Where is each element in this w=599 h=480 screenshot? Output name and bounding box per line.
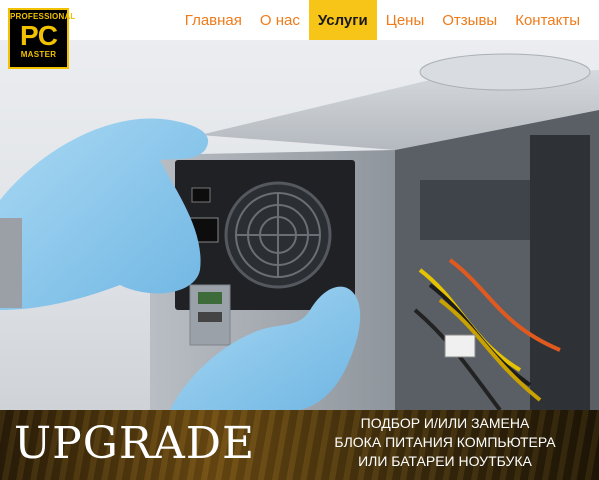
power-connector [444,334,476,358]
hero-image [0,40,599,410]
banner-line: ПОДБОР И/ИЛИ ЗАМЕНА [360,415,530,431]
nav-item-reviews[interactable]: Отзывы [433,0,506,40]
banner-title: UPGRADE [14,418,256,469]
pc-repair-illustration [0,53,599,410]
main-nav: Главная О нас Услуги Цены Отзывы Контакт… [176,0,589,40]
banner-description: ПОДБОР И/ИЛИ ЗАМЕНА БЛОКА ПИТАНИЯ КОМПЬЮ… [300,414,590,471]
left-glove [0,118,209,310]
io-port [198,292,222,304]
site-logo[interactable]: PROFESSIONAL PC MASTER [8,8,75,69]
promo-banner: UPGRADE ПОДБОР И/ИЛИ ЗАМЕНА БЛОКА ПИТАНИ… [0,410,599,480]
nav-item-services[interactable]: Услуги [308,0,377,40]
nav-item-home[interactable]: Главная [176,0,251,40]
banner-line: БЛОКА ПИТАНИЯ КОМПЬЮТЕРА [334,434,556,450]
interior-frame [530,135,590,410]
watch [0,218,22,308]
io-port [198,312,222,322]
psu-fan-grill [235,192,321,278]
nav-item-about[interactable]: О нас [251,0,309,40]
site-header: Главная О нас Услуги Цены Отзывы Контакт… [0,0,599,40]
logo-bottom-text: MASTER [20,50,57,59]
case-top-vent [419,53,591,91]
nav-item-contacts[interactable]: Контакты [506,0,589,40]
nav-item-prices[interactable]: Цены [377,0,434,40]
logo-main-text: PC [20,20,58,51]
psu-switch [191,187,211,203]
banner-line: ИЛИ БАТАРЕИ НОУТБУКА [358,453,532,469]
